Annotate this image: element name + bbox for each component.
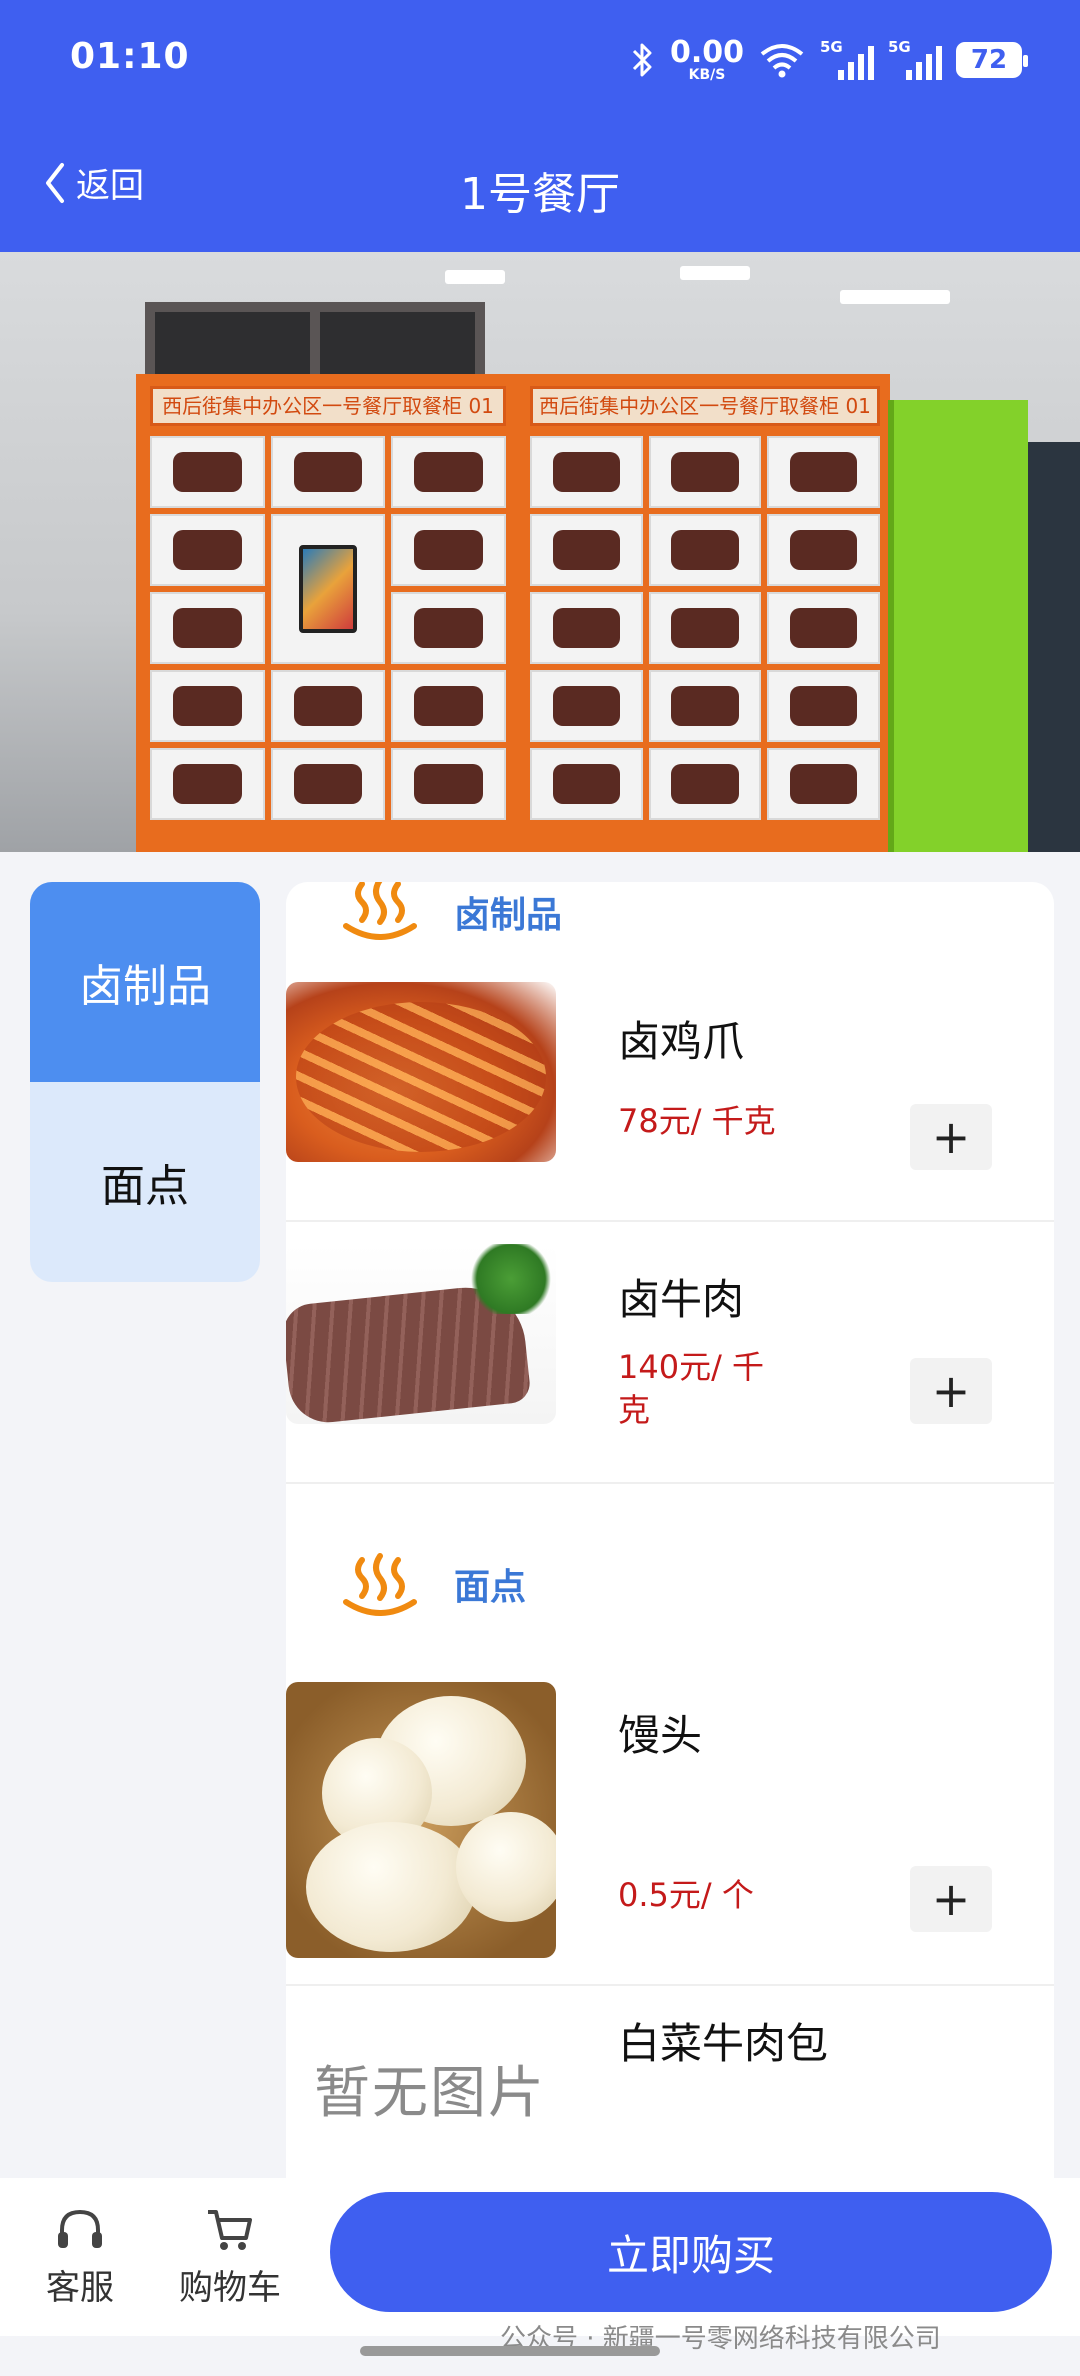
chevron-left-icon <box>46 162 64 203</box>
buy-now-button[interactable]: 立即购买 <box>330 2192 1052 2312</box>
cart-button[interactable]: 购物车 <box>170 2204 290 2309</box>
item-price: 140元/ 千克 <box>618 1348 765 1430</box>
status-icons: 0.00 KB/S 5G 5G 72 <box>630 35 1028 83</box>
customer-service-button[interactable]: 客服 <box>20 2204 140 2309</box>
no-image-placeholder: 暂无图片 <box>314 2061 546 2126</box>
page-title: 1号餐厅 <box>460 169 620 220</box>
cart-label: 购物车 <box>179 2268 281 2308</box>
locker-sign-left: 西后街集中办公区一号餐厅取餐柜 01 <box>150 386 506 426</box>
shopping-cart-icon <box>208 2210 252 2250</box>
bottom-action-bar: 客服 购物车 立即购买 <box>0 2178 1080 2336</box>
food-image-steamed-buns <box>286 1682 556 1958</box>
net-speed: 0.00 KB/S <box>669 35 744 83</box>
menu-item: 卤鸡爪 78元/ 千克 + <box>286 982 1054 1222</box>
headset-icon <box>58 2209 102 2248</box>
section-title: 卤制品 <box>454 895 563 936</box>
add-to-cart-button[interactable]: + <box>910 1358 992 1424</box>
menu-item: 馒头 0.5元/ 个 + <box>286 1682 1054 1986</box>
back-button[interactable]: 返回 <box>42 158 144 207</box>
signal-2-label: 5G <box>888 38 911 56</box>
food-image-braised-beef <box>286 1244 556 1424</box>
back-label: 返回 <box>76 166 144 206</box>
status-time: 01:10 <box>70 36 190 77</box>
item-price: 0.5元/ 个 <box>618 1876 754 1914</box>
nav-bar: 返回 1号餐厅 <box>0 130 1080 240</box>
category-item-braised[interactable]: 卤制品 <box>30 882 260 1082</box>
item-name: 卤牛肉 <box>618 1275 745 1324</box>
section-header-pastry: 面点 <box>286 1552 1054 1632</box>
category-sidebar: 卤制品 面点 <box>30 882 260 1282</box>
signal-strength-icon-2: 5G <box>888 38 942 80</box>
locker-cabinet-right: 西后街集中办公区一号餐厅取餐柜 01 <box>516 374 890 852</box>
menu-item: 卤牛肉 140元/ 千克 + <box>286 1244 1054 1484</box>
add-to-cart-button[interactable]: + <box>910 1866 992 1932</box>
item-name: 馒头 <box>618 1711 703 1760</box>
food-image-chicken-feet <box>286 982 556 1162</box>
steam-icon <box>343 882 417 940</box>
section-header-braised: 卤制品 <box>286 882 1054 962</box>
restaurant-photo: 西后街集中办公区一号餐厅取餐柜 01 西后街集中办公区一号餐厅取餐柜 01 <box>0 252 1080 852</box>
item-name: 白菜牛肉包 <box>618 2019 829 2068</box>
signal-strength-icon: 5G <box>820 38 874 80</box>
wifi-icon <box>760 44 804 78</box>
net-speed-value: 0.00 <box>669 35 744 70</box>
section-title: 面点 <box>454 1567 527 1608</box>
steam-icon <box>343 1553 417 1616</box>
signal-1-label: 5G <box>820 38 843 56</box>
status-bar: 01:10 0.00 KB/S 5G 5G 72 <box>0 0 1080 120</box>
item-name: 卤鸡爪 <box>618 1017 745 1066</box>
locker-cabinet-left: 西后街集中办公区一号餐厅取餐柜 01 <box>136 374 516 852</box>
locker-sign-right: 西后街集中办公区一号餐厅取餐柜 01 <box>530 386 880 426</box>
add-to-cart-button[interactable]: + <box>910 1104 992 1170</box>
category-item-pastry[interactable]: 面点 <box>30 1082 260 1282</box>
item-price: 78元/ 千克 <box>618 1102 776 1140</box>
customer-service-label: 客服 <box>46 2268 114 2308</box>
net-speed-unit: KB/S <box>688 67 726 83</box>
menu-list: 卤制品 卤鸡爪 78元/ 千克 + 卤牛肉 140元/ 千克 + 面点 馒头 0… <box>286 882 1054 2182</box>
menu-item: 暂无图片 白菜牛肉包 <box>286 1988 1054 2182</box>
app-header: 01:10 0.00 KB/S 5G 5G 72 返回 1号餐厅 <box>0 0 1080 252</box>
bluetooth-icon <box>632 43 652 77</box>
gesture-bar <box>360 2346 660 2356</box>
locker-screen <box>270 514 386 664</box>
battery-icon: 72 <box>956 42 1028 78</box>
